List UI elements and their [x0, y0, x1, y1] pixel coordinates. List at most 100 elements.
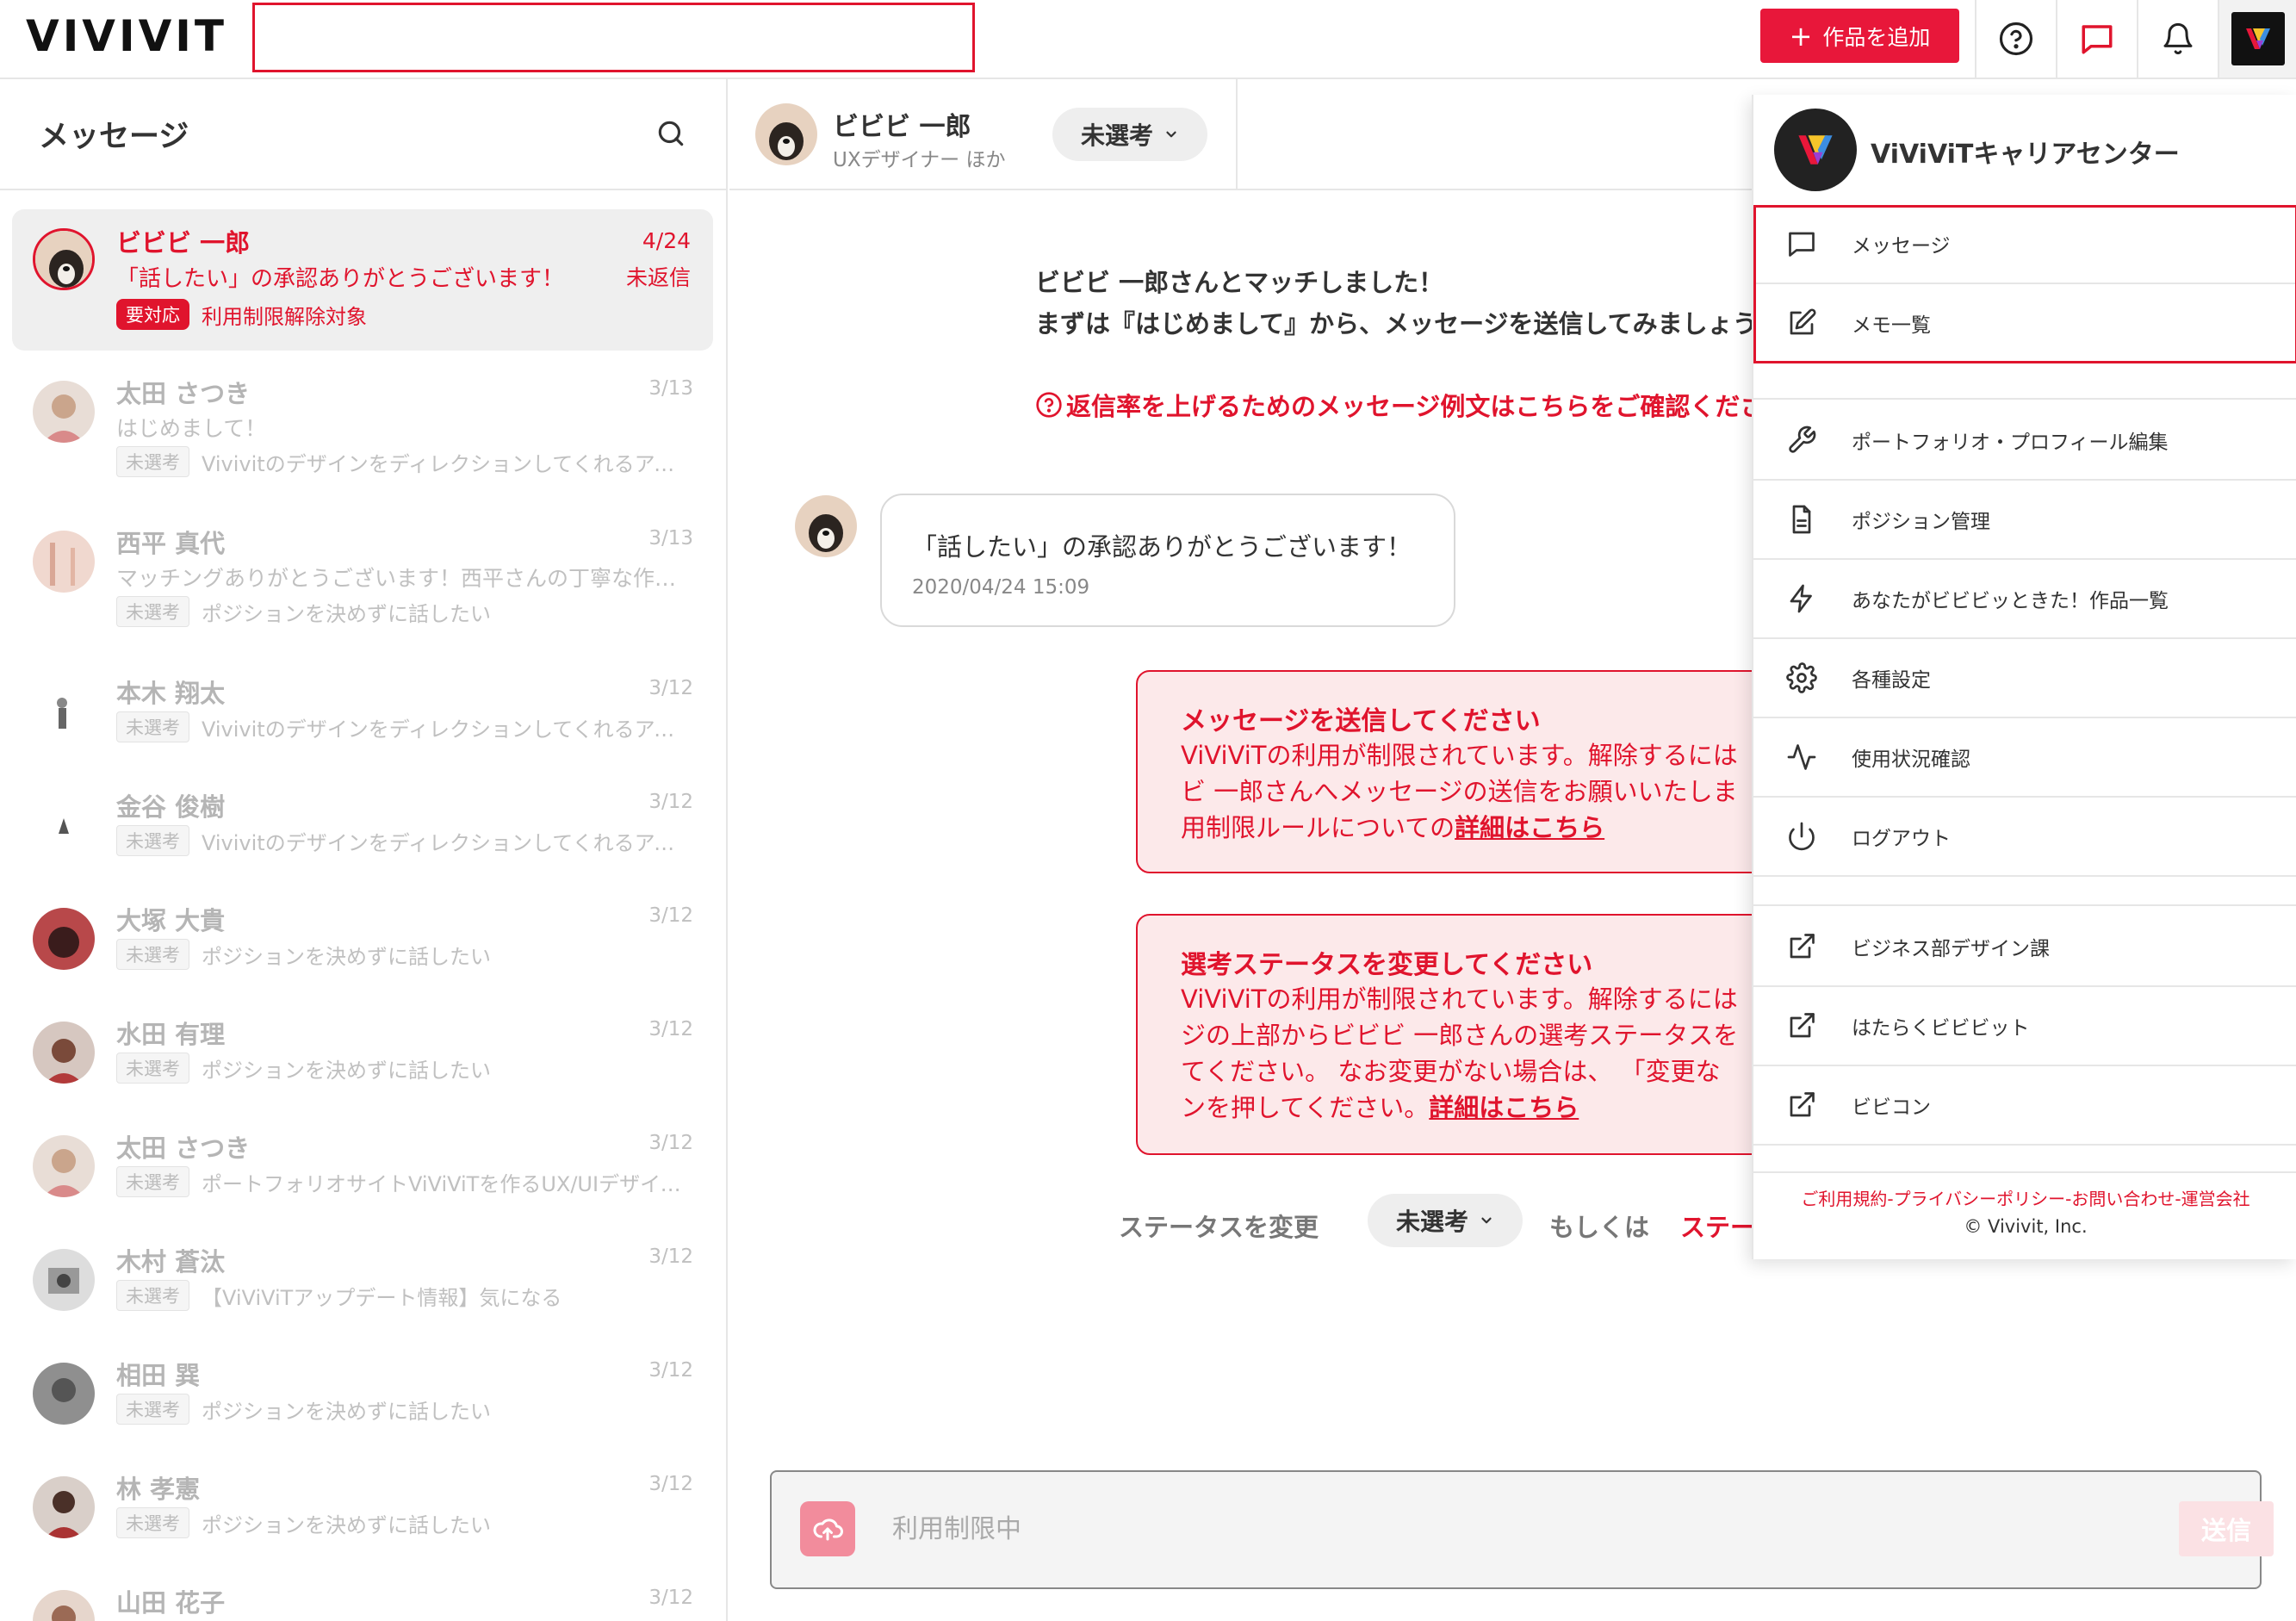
- conversation-item[interactable]: 水田 有理 3/12 未選考 ポジションを決めずに話したい: [0, 1004, 726, 1118]
- conversation-item[interactable]: 金谷 俊樹 3/12 未選考 Vivivitのデザインをディレクションしてくれる…: [0, 777, 726, 891]
- warning-text-prefix: 用制限ルールについての: [1181, 813, 1455, 842]
- chat-partner-avatar: [755, 103, 817, 165]
- status-select[interactable]: 未選考: [1052, 108, 1207, 161]
- status-tag: 未選考: [116, 1394, 189, 1425]
- conversation-preview: はじめまして！: [116, 416, 267, 441]
- conversation-meta: 未選考 Vivivitのデザインをディレクションしてくれるアートディレクター: [116, 446, 684, 477]
- message-timestamp: 2020/04/24 15:09: [912, 576, 1090, 599]
- menu-item-label: 使用状況確認: [1852, 748, 1970, 771]
- help-button[interactable]: [1975, 0, 2056, 78]
- account-menu-button[interactable]: [2218, 0, 2296, 78]
- search-input[interactable]: [252, 3, 975, 72]
- status-tag: 未選考: [116, 1166, 189, 1197]
- menu-item-bibicon[interactable]: ビビコン: [1753, 1066, 2296, 1146]
- conversation-name: 太田 さつき: [116, 379, 251, 408]
- menu-item-usage[interactable]: 使用状況確認: [1753, 718, 2296, 798]
- conversation-item[interactable]: 木村 蒼汰 3/12 未選考 【ViViViTアップデート情報】気になる: [0, 1232, 726, 1345]
- footer-links[interactable]: ご利用規約-プライバシーポリシー-お問い合わせ-運営会社: [1753, 1185, 2296, 1210]
- power-icon: [1779, 819, 1824, 854]
- chat-icon: [2082, 25, 2113, 54]
- conversation-preview: 「話したい」の承認ありがとうございます！: [116, 266, 565, 292]
- search-icon[interactable]: [655, 117, 687, 150]
- wrench-icon: [1779, 423, 1824, 457]
- conversation-position: Vivivitのデザインをディレクションしてくれるアートディレクター: [202, 830, 684, 855]
- menu-item-label: ログアウト: [1852, 828, 1951, 850]
- conversation-date: 3/13: [648, 377, 693, 400]
- conversation-item[interactable]: 林 孝憲 3/12 未選考 ポジションを決めずに話したい: [0, 1459, 726, 1573]
- conversation-preview: マッチングありがとうございます！西平さんの丁寧な作品に惹かれてご連絡しました: [116, 566, 685, 591]
- conversation-item[interactable]: 相田 巽 3/12 未選考 ポジションを決めずに話したい: [0, 1345, 726, 1459]
- conversation-date: 3/12: [648, 904, 693, 927]
- status-tag: 未選考: [116, 1053, 189, 1084]
- avatar: [33, 1476, 95, 1538]
- chat-partner-name: ビビビ 一郎: [833, 112, 971, 142]
- vivivit-logo[interactable]: VIVIVIT: [26, 15, 227, 58]
- conversation-date: 4/24: [642, 228, 691, 253]
- menu-item-label: ビジネス部デザイン課: [1852, 938, 2050, 960]
- conversation-position: ポジションを決めずに話したい: [202, 601, 491, 626]
- conversation-item[interactable]: 本木 翔太 3/12 未選考 Vivivitのデザインをディレクションしてくれる…: [0, 663, 726, 777]
- conversation-name: ビビビ 一郎: [116, 228, 251, 258]
- menu-divider: [1753, 879, 2296, 906]
- conversation-item-active[interactable]: ビビビ 一郎 4/24 「話したい」の承認ありがとうございます！ 未返信 要対応…: [12, 209, 713, 351]
- external-link-icon: [1779, 929, 1824, 964]
- conversation-name: 山田 花子: [116, 1588, 226, 1618]
- or-label: もしくは: [1549, 1213, 1650, 1242]
- chevron-down-icon: [1166, 131, 1176, 138]
- add-work-button[interactable]: + 作品を追加: [1760, 9, 1959, 63]
- message-input[interactable]: [892, 1496, 2012, 1562]
- menu-item-logout[interactable]: ログアウト: [1753, 798, 2296, 877]
- action-required-badge: 要対応: [116, 299, 189, 330]
- avatar: [33, 1135, 95, 1197]
- notifications-button[interactable]: [2137, 0, 2218, 78]
- status-tag: 未選考: [116, 939, 189, 970]
- conversation-position: Vivivitのデザインをディレクションしてくれるアートディレクター: [202, 451, 684, 476]
- menu-divider: [1753, 1147, 2296, 1173]
- upload-button[interactable]: [800, 1501, 855, 1556]
- match-notice: ビビビ 一郎さんとマッチしました！: [1035, 268, 1444, 297]
- conversation-meta: 要対応 利用制限解除対象: [116, 299, 367, 330]
- conversation-meta: 未選考 ポートフォリオサイトViViViTを作るUX/UIデザイナー募集: [116, 1166, 684, 1197]
- menu-item-label: はたらくビビビット: [1852, 1017, 2030, 1040]
- details-link[interactable]: 詳細はこちら: [1429, 1093, 1579, 1122]
- conversation-position: Vivivitのデザインをディレクションしてくれるアートディレクター: [202, 717, 684, 742]
- cloud-upload-icon: [813, 1519, 843, 1541]
- menu-item-label: あなたがビビビッときた！作品一覧: [1852, 590, 2169, 612]
- bell-icon: [2163, 22, 2193, 55]
- conversation-meta: 未選考 Vivivitのデザインをディレクションしてくれるアートディレクター: [116, 825, 684, 856]
- menu-item-portfolio-edit[interactable]: ポートフォリオ・プロフィール編集: [1753, 401, 2296, 481]
- menu-item-liked-works[interactable]: あなたがビビビッときた！作品一覧: [1753, 560, 2296, 639]
- menu-item-positions[interactable]: ポジション管理: [1753, 481, 2296, 560]
- details-link[interactable]: 詳細はこちら: [1455, 813, 1604, 842]
- avatar: [33, 1363, 95, 1425]
- conversation-meta: 未選考 ポジションを決めずに話したい: [116, 939, 491, 970]
- conversation-date: 3/12: [648, 1132, 693, 1154]
- status-change-select[interactable]: 未選考: [1368, 1194, 1523, 1247]
- plus-icon: +: [1789, 19, 1813, 53]
- status-tag: 未選考: [116, 1507, 189, 1538]
- organization-name: ViViViTキャリアセンター: [1871, 140, 2180, 170]
- message-tips-link[interactable]: 返信率を上げるためのメッセージ例文はこちらをご確認ください: [1035, 387, 1790, 423]
- conversation-item[interactable]: 大塚 大貴 3/12 未選考 ポジションを決めずに話したい: [0, 891, 726, 1004]
- conversation-name: 林 孝憲: [116, 1475, 201, 1504]
- organization-logo: [1774, 109, 1857, 191]
- status-change-value: 未選考: [1395, 1208, 1468, 1236]
- send-button[interactable]: 送信: [2179, 1501, 2274, 1556]
- conversation-name: 大塚 大貴: [116, 906, 226, 935]
- conversation-item[interactable]: 山田 花子 3/12: [0, 1573, 726, 1621]
- warning-title: メッセージを送信してください: [1181, 706, 1541, 736]
- messages-button[interactable]: [2056, 0, 2137, 78]
- highlight-box: [1753, 205, 2296, 363]
- avatar: [33, 908, 95, 970]
- activity-icon: [1779, 740, 1824, 774]
- conversation-item[interactable]: 西平 真代 3/13 マッチングありがとうございます！西平さんの丁寧な作品に惹か…: [0, 513, 726, 627]
- match-hint: まずは『はじめまして』から、メッセージを送信してみましょう: [1035, 309, 1758, 338]
- warning-text: 用制限ルールについての詳細はこちら: [1181, 808, 1604, 844]
- conversation-item[interactable]: 太田 さつき 3/12 未選考 ポートフォリオサイトViViViTを作るUX/U…: [0, 1118, 726, 1232]
- account-dropdown-menu: ViViViTキャリアセンター メッセージ メモ一覧 ポートフォリオ・プロフィー…: [1752, 95, 2296, 1259]
- message-tips-label: 返信率を上げるためのメッセージ例文はこちらをご確認ください: [1066, 392, 1790, 421]
- menu-item-business-design[interactable]: ビジネス部デザイン課: [1753, 908, 2296, 987]
- conversation-item[interactable]: 太田 さつき 3/13 はじめまして！ 未選考 Vivivitのデザインをディレ…: [0, 363, 726, 477]
- menu-item-settings[interactable]: 各種設定: [1753, 639, 2296, 718]
- menu-item-hataraku-vivivit[interactable]: はたらくビビビット: [1753, 987, 2296, 1066]
